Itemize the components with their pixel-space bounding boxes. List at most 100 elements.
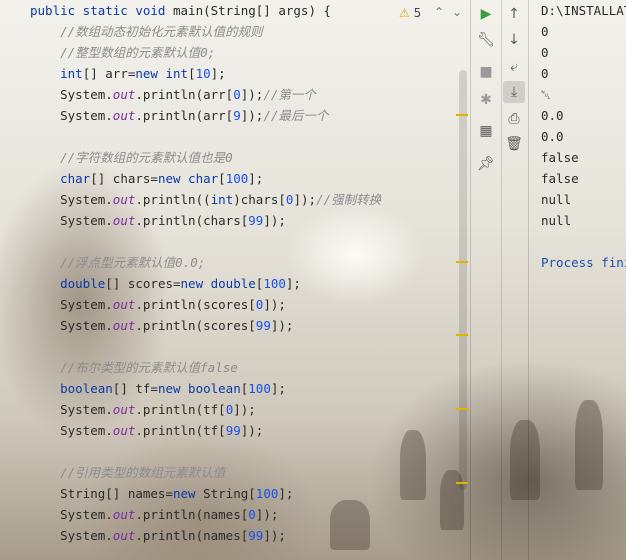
stop-icon[interactable]: ■ bbox=[475, 61, 497, 83]
code-token: .println(scores[ bbox=[135, 318, 256, 333]
console-output[interactable]: D:\INSTALLAT 0 0 0 ␀ 0.0 0.0 false false null null… bbox=[529, 0, 626, 560]
code-token: out bbox=[112, 87, 136, 102]
code-line[interactable]: //字符数组的元素默认值也是0 bbox=[30, 147, 233, 168]
console-line: 0 bbox=[541, 66, 549, 81]
code-token: out bbox=[112, 402, 136, 417]
code-token: System. bbox=[30, 213, 113, 228]
code-line[interactable]: System.out.println(names[99]); bbox=[30, 525, 286, 546]
code-line[interactable]: System.out.println(tf[99]); bbox=[30, 420, 263, 441]
code-line[interactable]: double[] scores=new double[100]; bbox=[30, 273, 301, 294]
code-line[interactable]: public static void main(String[] args) { bbox=[30, 0, 331, 21]
code-token: //字符数组的元素默认值也是0 bbox=[30, 150, 233, 165]
soft-wrap-icon[interactable]: ⤶ bbox=[503, 56, 525, 78]
warning-triangle-icon: ⚠ bbox=[399, 6, 410, 20]
code-token: System. bbox=[30, 423, 113, 438]
code-token: new char bbox=[157, 171, 219, 186]
warning-marker[interactable] bbox=[456, 482, 468, 484]
code-line[interactable]: System.out.println(chars[99]); bbox=[30, 210, 286, 231]
run-icon[interactable]: ▶ bbox=[475, 3, 497, 25]
code-token: //整型数组的元素默认值0; bbox=[30, 45, 216, 60]
code-token: ]); bbox=[293, 192, 317, 207]
code-line[interactable]: //引用类型的数组元素默认值 bbox=[30, 462, 225, 483]
code-token: out bbox=[112, 507, 136, 522]
code-line[interactable]: System.out.println(scores[0]); bbox=[30, 294, 286, 315]
code-line[interactable]: //整型数组的元素默认值0; bbox=[30, 42, 215, 63]
code-line[interactable]: System.out.println(scores[99]); bbox=[30, 315, 293, 336]
code-line[interactable]: System.out.println((int)chars[0]);//强制转换 bbox=[30, 189, 381, 210]
code-editor[interactable]: public static void main(String[] args) {… bbox=[0, 0, 470, 560]
code-line[interactable]: char[] chars=new char[100]; bbox=[30, 168, 263, 189]
chevron-up-icon[interactable]: ⌃ bbox=[432, 4, 446, 20]
console-line: null bbox=[541, 213, 572, 228]
code-token: ]); bbox=[263, 297, 286, 312]
warning-marker[interactable] bbox=[456, 114, 468, 116]
code-token: [ bbox=[188, 66, 196, 81]
code-token: char bbox=[60, 171, 91, 186]
code-token: .println(names[ bbox=[135, 528, 249, 543]
console-line: ␀ bbox=[541, 87, 552, 102]
warning-marker[interactable] bbox=[456, 334, 468, 336]
code-token: 99 bbox=[248, 213, 264, 228]
code-token: System. bbox=[30, 192, 113, 207]
code-token: int bbox=[210, 192, 234, 207]
run-toolbar: ▶ 🔧︎ ■ ✱ ▦ 📌︎ bbox=[470, 0, 502, 560]
chevron-down-icon[interactable]: ⌄ bbox=[450, 4, 464, 20]
scroll-to-end-icon[interactable]: ⤓ bbox=[503, 81, 525, 103]
code-token: ]; bbox=[248, 171, 264, 186]
layout-icon[interactable]: ▦ bbox=[475, 120, 497, 142]
trash-icon[interactable]: 🗑︎ bbox=[503, 133, 525, 155]
warning-marker[interactable] bbox=[456, 261, 468, 263]
code-token: System. bbox=[30, 108, 113, 123]
warning-count: 5 bbox=[413, 6, 422, 20]
arrow-down-icon[interactable]: ↓ bbox=[503, 29, 525, 51]
code-token: //数组动态初始化元素默认值的规则 bbox=[30, 24, 263, 39]
code-token: .println(names[ bbox=[135, 507, 249, 522]
code-line[interactable]: String[] names=new String[100]; bbox=[30, 483, 293, 504]
code-token: out bbox=[112, 528, 136, 543]
debug-icon[interactable]: ✱ bbox=[475, 89, 497, 111]
wrench-icon[interactable]: 🔧︎ bbox=[475, 29, 497, 51]
code-line[interactable]: //浮点型元素默认值0.0; bbox=[30, 252, 205, 273]
warning-indicator[interactable]: ⚠ 5 bbox=[399, 4, 421, 22]
code-token: String[] names= bbox=[30, 486, 173, 501]
code-token: 10 bbox=[195, 66, 211, 81]
code-token: 100 bbox=[263, 276, 286, 291]
code-token: System. bbox=[30, 507, 113, 522]
code-token: 100 bbox=[225, 171, 249, 186]
warning-marker[interactable] bbox=[456, 408, 468, 410]
code-token: ]); bbox=[233, 402, 256, 417]
code-line[interactable]: System.out.println(arr[0]);//第一个 bbox=[30, 84, 316, 105]
code-token: //强制转换 bbox=[316, 192, 382, 207]
console-line: Process fini bbox=[541, 255, 626, 270]
code-line[interactable]: int[] arr=new int[10]; bbox=[30, 63, 226, 84]
code-token: out bbox=[112, 423, 136, 438]
code-line[interactable]: boolean[] tf=new boolean[100]; bbox=[30, 378, 286, 399]
code-token: ]; bbox=[278, 486, 294, 501]
print-icon[interactable]: ⎙ bbox=[503, 108, 525, 130]
code-line[interactable]: //布尔类型的元素默认值false bbox=[30, 357, 238, 378]
console-line: 0 bbox=[541, 45, 549, 60]
code-token: ]); bbox=[263, 213, 286, 228]
code-token: //布尔类型的元素默认值false bbox=[30, 360, 238, 375]
code-line[interactable]: //数组动态初始化元素默认值的规则 bbox=[30, 21, 263, 42]
code-token: ]; bbox=[285, 276, 301, 291]
code-token: out bbox=[112, 108, 136, 123]
code-line[interactable]: System.out.println(tf[0]); bbox=[30, 399, 256, 420]
pin-icon[interactable]: 📌︎ bbox=[475, 153, 497, 175]
code-token: )chars[ bbox=[233, 192, 286, 207]
code-token: ]); bbox=[270, 318, 294, 333]
code-token: [] tf= bbox=[112, 381, 158, 396]
code-token: public static void bbox=[30, 3, 173, 18]
editor-scrollbar[interactable] bbox=[459, 70, 467, 490]
code-line[interactable]: System.out.println(names[0]); bbox=[30, 504, 278, 525]
code-token: out bbox=[112, 213, 136, 228]
code-token: //最后一个 bbox=[263, 108, 329, 123]
code-line[interactable]: System.out.println(arr[9]);//最后一个 bbox=[30, 105, 328, 126]
code-token: 100 bbox=[255, 486, 279, 501]
code-token: 9 bbox=[233, 108, 241, 123]
code-token: out bbox=[112, 318, 136, 333]
code-token: [] arr= bbox=[82, 66, 136, 81]
arrow-up-icon[interactable]: ↑ bbox=[503, 3, 525, 25]
